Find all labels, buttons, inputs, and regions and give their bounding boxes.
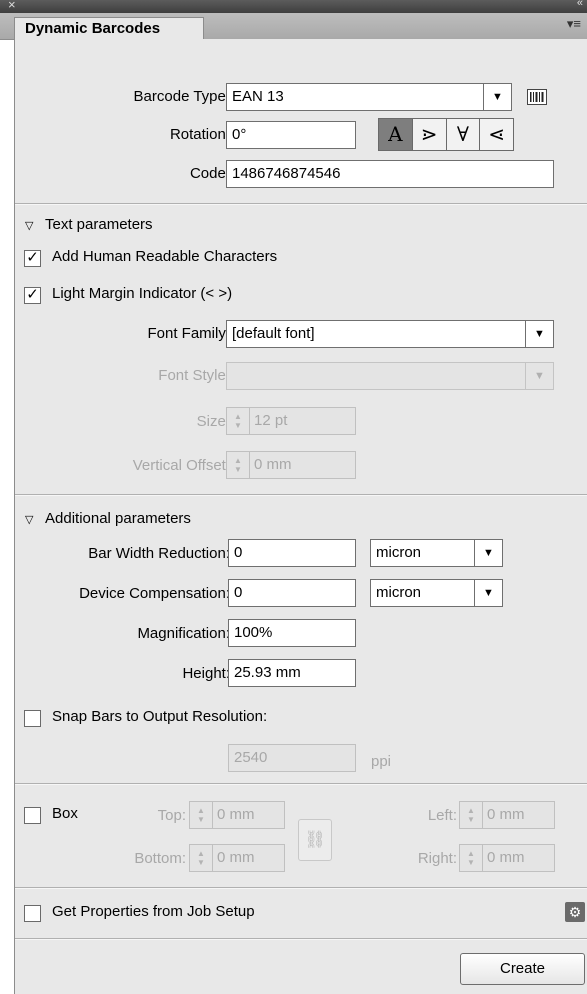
size-value: 12 pt — [254, 412, 288, 429]
magnification-label: Magnification: — [137, 625, 230, 642]
stepper-arrows-icon[interactable]: ▲ ▼ — [190, 845, 213, 871]
font-style-select[interactable]: ▼ — [226, 362, 554, 390]
stepper-arrows-icon[interactable]: ▲ ▼ — [460, 802, 483, 828]
font-family-label: Font Family: — [147, 325, 230, 342]
chevron-down-icon: ▼ — [474, 580, 502, 606]
human-readable-checkbox[interactable]: ✓ — [24, 250, 41, 267]
job-setup-label: Get Properties from Job Setup — [52, 903, 255, 920]
box-left-value: 0 mm — [487, 806, 525, 823]
height-input[interactable]: 25.93 mm — [228, 659, 356, 687]
box-right-value: 0 mm — [487, 849, 525, 866]
text-parameters-toggle[interactable]: ▽ Text parameters — [25, 216, 153, 233]
barcode-type-select[interactable]: EAN 13 ▼ — [226, 83, 512, 111]
panel-body: Barcode Type: EAN 13 ▼ Rotation: 0° A ⋗ … — [14, 39, 587, 994]
box-bottom-label: Bottom: — [134, 850, 186, 867]
disclosure-triangle-icon: ▽ — [25, 220, 34, 232]
code-input[interactable]: 1486746874546 — [226, 160, 554, 188]
barcode-type-label: Barcode Type: — [133, 88, 230, 105]
job-setup-checkbox[interactable] — [24, 905, 41, 922]
human-readable-label: Add Human Readable Characters — [52, 248, 278, 265]
stepper-arrows-icon[interactable]: ▲ ▼ — [460, 845, 483, 871]
link-icon[interactable]: ⛓ — [298, 819, 332, 861]
box-left-stepper[interactable]: ▲ ▼ 0 mm — [459, 801, 555, 829]
font-style-label: Font Style: — [158, 367, 230, 384]
barcode-type-value: EAN 13 — [232, 88, 284, 105]
gear-icon[interactable]: ⚙ — [565, 902, 585, 922]
collapse-icon[interactable]: « — [577, 0, 583, 9]
additional-parameters-title: Additional parameters — [45, 510, 191, 527]
box-label: Box — [52, 805, 78, 822]
device-compensation-label: Device Compensation: — [79, 585, 230, 602]
chevron-down-icon: ▼ — [483, 84, 511, 110]
chevron-down-icon: ▼ — [525, 363, 553, 389]
font-family-select[interactable]: [default font] ▼ — [226, 320, 554, 348]
rotation-0-button[interactable]: A — [379, 119, 413, 150]
divider — [15, 783, 587, 785]
text-parameters-title: Text parameters — [45, 216, 153, 233]
bar-width-input[interactable]: 0 — [228, 539, 356, 567]
box-top-stepper[interactable]: ▲ ▼ 0 mm — [189, 801, 285, 829]
divider — [15, 203, 587, 205]
bar-width-unit-select[interactable]: micron ▼ — [370, 539, 503, 567]
box-top-value: 0 mm — [217, 806, 255, 823]
create-button[interactable]: Create — [460, 953, 585, 985]
barcode-settings-icon[interactable] — [527, 89, 547, 105]
device-compensation-unit-select[interactable]: micron ▼ — [370, 579, 503, 607]
rotation-180-button[interactable]: ∀ — [446, 119, 481, 150]
vertical-offset-label: Vertical Offset: — [132, 457, 230, 474]
resolution-unit-label: ppi — [371, 753, 392, 770]
checkmark-icon: ✓ — [26, 249, 39, 266]
box-checkbox[interactable] — [24, 807, 41, 824]
bar-width-unit-value: micron — [376, 544, 422, 561]
device-compensation-input[interactable]: 0 — [228, 579, 356, 607]
stepper-arrows-icon[interactable]: ▲ ▼ — [190, 802, 213, 828]
box-left-label: Left: — [427, 807, 457, 824]
stepper-arrows-icon[interactable]: ▲ ▼ — [227, 452, 250, 478]
light-margin-label: Light Margin Indicator (< >) — [52, 285, 233, 302]
panel-titlebar: × « — [0, 0, 587, 13]
box-top-label: Top: — [157, 807, 186, 824]
divider — [15, 938, 587, 940]
vertical-offset-value: 0 mm — [254, 456, 292, 473]
size-stepper[interactable]: ▲ ▼ 12 pt — [226, 407, 356, 435]
checkmark-icon: ✓ — [26, 286, 39, 303]
rotation-label: Rotation: — [169, 126, 230, 143]
chevron-down-icon: ▼ — [525, 321, 553, 347]
box-bottom-value: 0 mm — [217, 849, 255, 866]
stepper-arrows-icon[interactable]: ▲ ▼ — [227, 408, 250, 434]
additional-parameters-toggle[interactable]: ▽ Additional parameters — [25, 510, 191, 527]
resolution-input[interactable]: 2540 — [228, 744, 356, 772]
box-bottom-stepper[interactable]: ▲ ▼ 0 mm — [189, 844, 285, 872]
device-compensation-unit-value: micron — [376, 584, 422, 601]
rotation-input[interactable]: 0° — [226, 121, 356, 149]
snap-bars-label: Snap Bars to Output Resolution: — [52, 708, 268, 725]
vertical-offset-stepper[interactable]: ▲ ▼ 0 mm — [226, 451, 356, 479]
font-family-value: [default font] — [232, 325, 315, 342]
divider — [15, 494, 587, 496]
bar-width-label: Bar Width Reduction: — [88, 545, 230, 562]
snap-bars-checkbox[interactable] — [24, 710, 41, 727]
rotation-button-group: A ⋗ ∀ ⋖ — [378, 118, 514, 151]
size-label: Size: — [196, 413, 230, 430]
code-label: Code: — [189, 165, 230, 182]
height-label: Height: — [182, 665, 230, 682]
box-right-stepper[interactable]: ▲ ▼ 0 mm — [459, 844, 555, 872]
divider — [15, 887, 587, 889]
rotation-90-button[interactable]: ⋗ — [412, 119, 447, 150]
rotation-270-button[interactable]: ⋖ — [480, 119, 513, 150]
tab-dynamic-barcodes[interactable]: Dynamic Barcodes — [14, 17, 204, 40]
disclosure-triangle-icon: ▽ — [25, 514, 34, 526]
magnification-input[interactable]: 100% — [228, 619, 356, 647]
close-icon[interactable]: × — [8, 0, 16, 12]
chevron-down-icon: ▼ — [474, 540, 502, 566]
tab-strip: Dynamic Barcodes ▾≡ — [0, 13, 587, 40]
panel-menu-icon[interactable]: ▾≡ — [567, 16, 581, 32]
box-right-label: Right: — [417, 850, 457, 867]
light-margin-checkbox[interactable]: ✓ — [24, 287, 41, 304]
